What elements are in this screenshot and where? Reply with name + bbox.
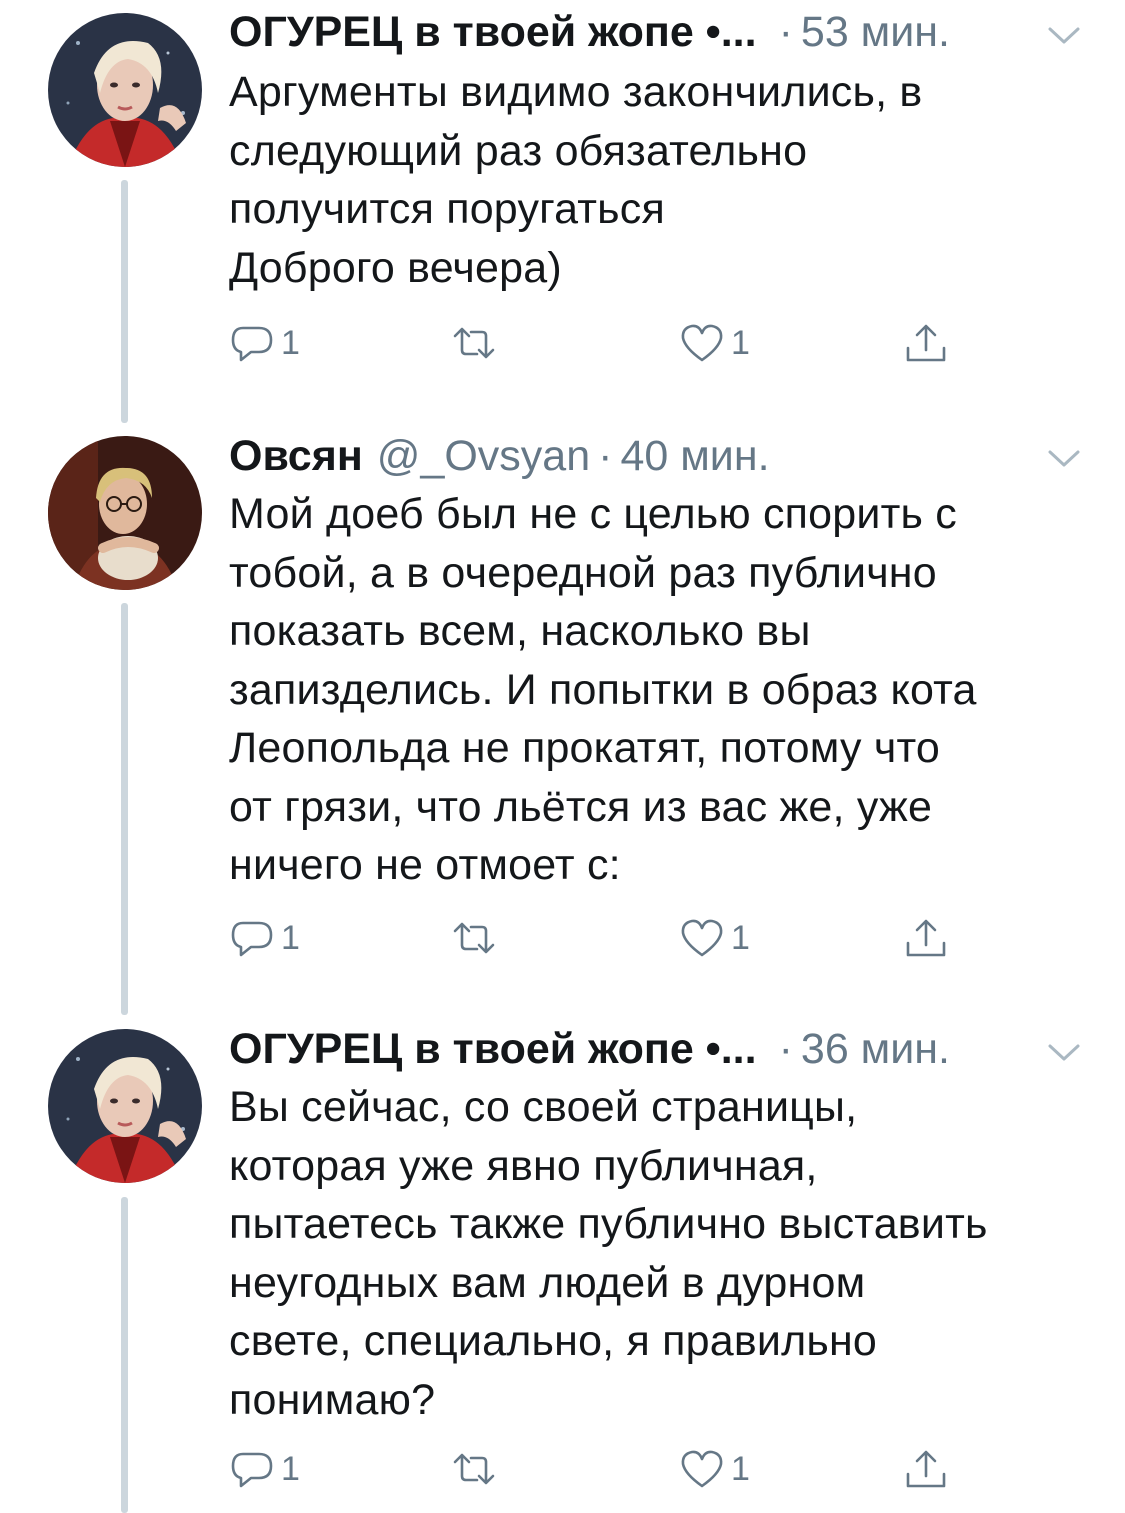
timestamp[interactable]: 53 мин. [801, 4, 950, 60]
tweet-actions: 1 1 [229, 914, 989, 962]
like-count: 1 [731, 324, 750, 362]
share-icon [906, 1450, 946, 1488]
tweet-actions: 1 1 [229, 1445, 989, 1493]
tweet-actions: 1 1 [229, 319, 989, 367]
like-count: 1 [731, 919, 750, 957]
handle[interactable]: @_Ovsyan [377, 428, 590, 484]
avatar[interactable] [48, 436, 202, 590]
chevron-down-icon[interactable] [1047, 1043, 1081, 1063]
retweet-button[interactable] [451, 914, 503, 962]
tweet[interactable]: ОГУРЕЦ в твоей жопе •... · 53 мин. Аргум… [0, 0, 1125, 425]
display-name[interactable]: Овсян [229, 428, 363, 484]
like-count: 1 [731, 1450, 750, 1488]
reply-count: 1 [281, 919, 300, 957]
display-name[interactable]: ОГУРЕЦ в твоей жопе •... [229, 4, 757, 60]
like-button[interactable]: 1 [679, 914, 750, 962]
tweet-text: Вы сейчас, со своей страницы, которая уж… [229, 1083, 988, 1424]
thread-line [121, 180, 128, 423]
share-button[interactable] [903, 914, 949, 962]
retweet-button[interactable] [451, 319, 503, 367]
reply-icon [231, 921, 273, 957]
share-button[interactable] [903, 1445, 949, 1493]
separator-dot: · [778, 8, 793, 56]
tweet[interactable]: ОГУРЕЦ в твоей жопе •... · 36 мин. Вы се… [0, 1015, 1125, 1513]
heart-icon [681, 1450, 723, 1488]
thread-line [121, 1197, 128, 1513]
separator-dot: · [778, 1025, 793, 1073]
display-name[interactable]: ОГУРЕЦ в твоей жопе •... [229, 1021, 757, 1077]
heart-icon [681, 919, 723, 957]
reply-count: 1 [281, 324, 300, 362]
thread-line [121, 603, 128, 1015]
reply-icon [231, 326, 273, 362]
tweet-header: ОГУРЕЦ в твоей жопе •... · 53 мин. [229, 4, 1085, 60]
tweet-text: Аргументы видимо закончились, в следующи… [229, 68, 923, 292]
like-button[interactable]: 1 [679, 1445, 750, 1493]
retweet-icon [453, 1453, 495, 1485]
share-button[interactable] [903, 319, 949, 367]
separator-dot: · [598, 432, 613, 480]
retweet-icon [453, 327, 495, 359]
reply-button[interactable]: 1 [229, 319, 300, 367]
reply-button[interactable]: 1 [229, 914, 300, 962]
tweet[interactable]: Овсян @_Ovsyan · 40 мин. Мой доеб был не… [0, 425, 1125, 1015]
tweet-header: ОГУРЕЦ в твоей жопе •... · 36 мин. [229, 1021, 1085, 1077]
retweet-button[interactable] [451, 1445, 503, 1493]
chevron-down-icon[interactable] [1047, 449, 1081, 469]
avatar[interactable] [48, 13, 202, 167]
tweet-text: Мой доеб был не с целью спорить с тобой,… [229, 490, 977, 889]
timestamp[interactable]: 40 мин. [620, 428, 769, 484]
timestamp[interactable]: 36 мин. [801, 1021, 950, 1077]
share-icon [906, 324, 946, 362]
avatar[interactable] [48, 1029, 202, 1183]
heart-icon [681, 324, 723, 362]
tweet-header: Овсян @_Ovsyan · 40 мин. [229, 428, 1085, 484]
share-icon [906, 919, 946, 957]
reply-button[interactable]: 1 [229, 1445, 300, 1493]
reply-count: 1 [281, 1450, 300, 1488]
chevron-down-icon[interactable] [1047, 26, 1081, 46]
reply-icon [231, 1452, 273, 1488]
like-button[interactable]: 1 [679, 319, 750, 367]
retweet-icon [453, 922, 495, 954]
